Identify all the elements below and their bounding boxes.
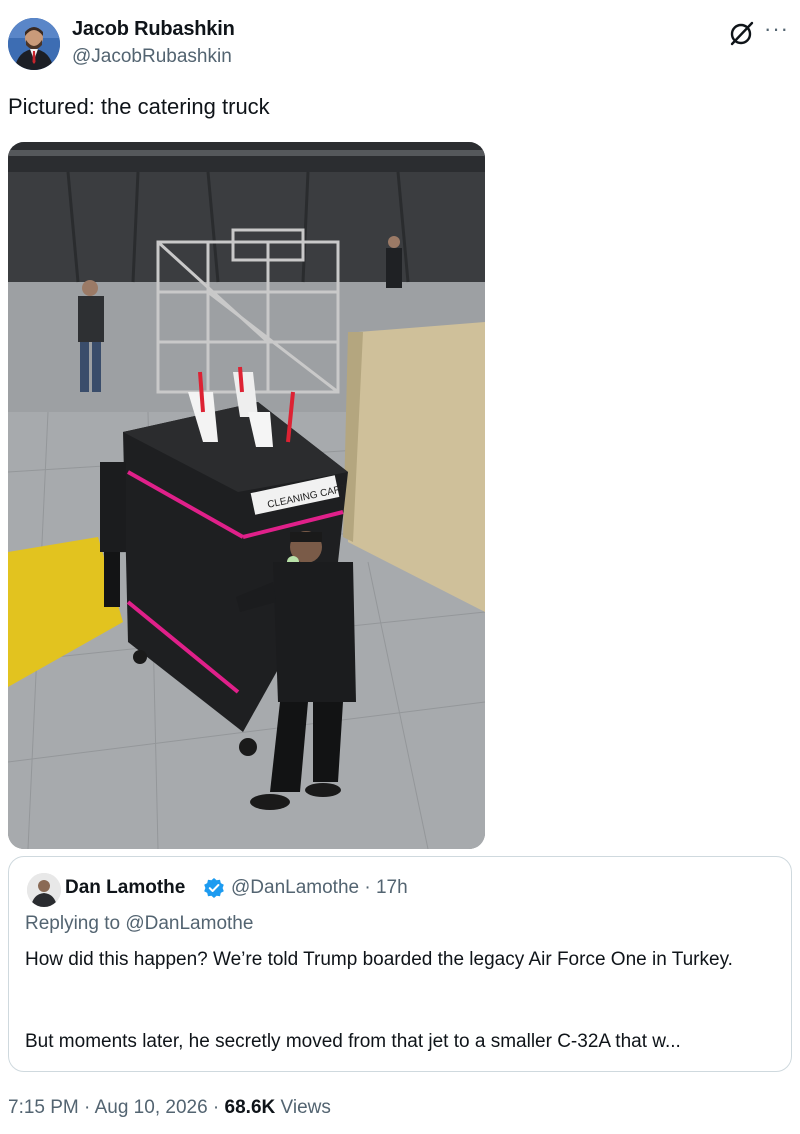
replying-to-mention[interactable]: @DanLamothe <box>125 913 253 934</box>
quoted-avatar-image <box>27 873 61 907</box>
replying-to-prefix: Replying to <box>25 913 126 934</box>
quoted-tweet[interactable]: Dan Lamothe @DanLamothe · 17h Replying t… <box>8 856 792 1072</box>
grok-icon[interactable] <box>728 19 756 47</box>
tweet-meta: 7:15 PM · Aug 10, 2026 · 68.6K Views <box>8 1097 331 1119</box>
quoted-body-paragraph-2: But moments later, he secretly moved fro… <box>25 1031 681 1052</box>
quoted-author-handle-time[interactable]: @DanLamothe · 17h <box>231 877 408 899</box>
replying-to-line: Replying to @DanLamothe <box>25 913 253 935</box>
tweet-text: Pictured: the catering truck <box>8 94 270 119</box>
verified-badge-icon <box>203 877 225 899</box>
views-label: Views <box>275 1097 331 1118</box>
more-options-icon[interactable]: ··· <box>764 16 789 42</box>
tweet-photo[interactable]: CLEANING CART <box>8 142 485 849</box>
author-avatar[interactable] <box>8 18 60 70</box>
photo-scene: CLEANING CART <box>8 142 485 849</box>
author-avatar-image <box>8 18 60 70</box>
author-handle[interactable]: @JacobRubashkin <box>72 46 232 68</box>
quoted-body-paragraph-1: How did this happen? We’re told Trump bo… <box>25 949 733 970</box>
quoted-author-avatar[interactable] <box>27 873 61 907</box>
author-name[interactable]: Jacob Rubashkin <box>72 18 235 41</box>
quoted-author-name[interactable]: Dan Lamothe <box>65 877 185 899</box>
tweet-timestamp[interactable]: 7:15 PM · Aug 10, 2026 · <box>8 1097 225 1118</box>
views-count: 68.6K <box>224 1097 276 1118</box>
